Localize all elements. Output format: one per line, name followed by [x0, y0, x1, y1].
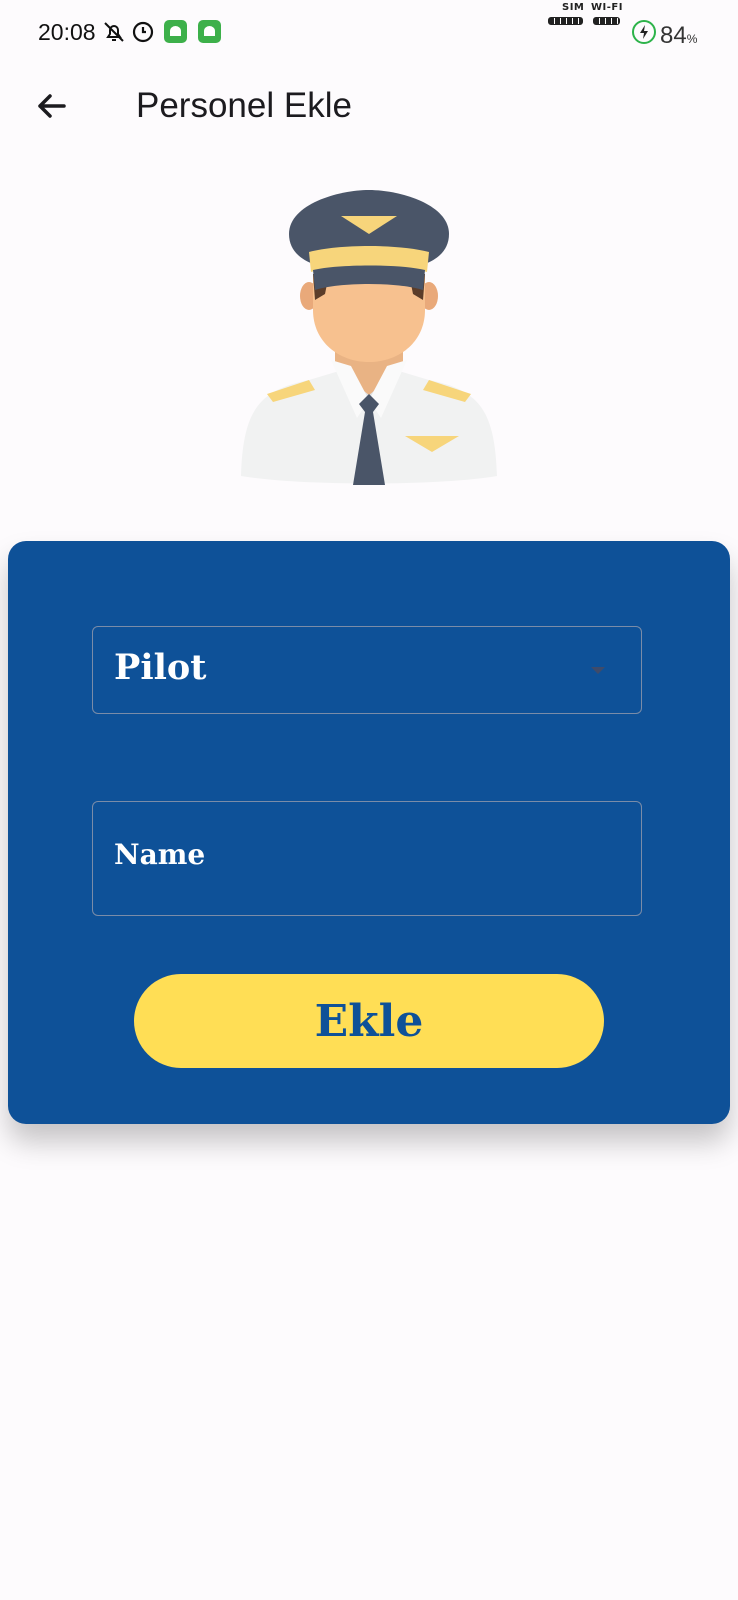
- back-button[interactable]: [26, 80, 78, 132]
- role-dropdown-value: Pilot: [114, 647, 207, 688]
- name-field-label: Name: [114, 838, 206, 871]
- sim-signal-icon: [548, 17, 583, 25]
- role-dropdown[interactable]: Pilot: [92, 626, 642, 714]
- battery-percent: 84%: [660, 22, 698, 49]
- battery-charging-icon: [632, 20, 656, 44]
- page-title: Personel Ekle: [136, 86, 352, 125]
- sim-label: SIM: [562, 2, 585, 13]
- form-card: Pilot Name Ekle: [8, 541, 730, 1124]
- add-button[interactable]: Ekle: [134, 974, 604, 1068]
- status-time: 20:08: [38, 19, 96, 45]
- name-field[interactable]: Name: [92, 801, 642, 916]
- pilot-avatar: [241, 190, 497, 485]
- add-button-label: Ekle: [314, 995, 424, 1047]
- wifi-signal-icon: [593, 17, 620, 25]
- android-icon: [164, 20, 187, 43]
- arrow-back-icon: [38, 94, 66, 118]
- android-icon: [198, 20, 221, 43]
- dropdown-arrow-icon: [591, 667, 605, 674]
- status-bar: 20:08 SIM WI-FI 84%: [0, 0, 738, 66]
- app-bar: Personel Ekle: [0, 66, 738, 146]
- wifi-label: WI-FI: [591, 2, 623, 13]
- bell-off-icon: [104, 22, 124, 42]
- clock-icon: [132, 21, 154, 43]
